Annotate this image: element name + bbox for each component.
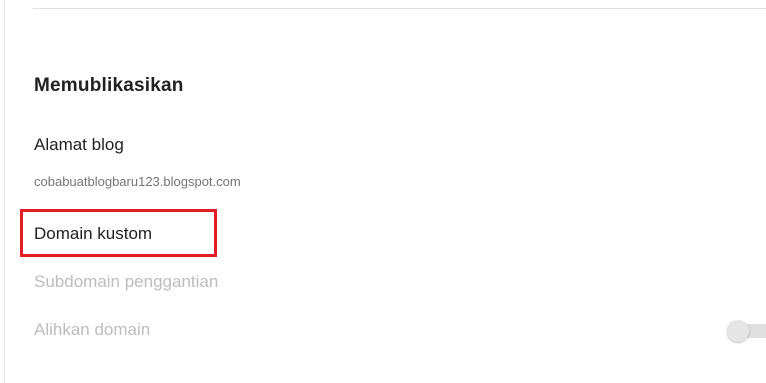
custom-domain-setting[interactable]: Domain kustom [34, 224, 152, 244]
blog-address-value: cobabuatblogbaru123.blogspot.com [34, 174, 241, 189]
redirect-domain-label: Alihkan domain [34, 320, 151, 339]
section-divider [33, 8, 766, 9]
fallback-subdomain-setting: Subdomain penggantian [34, 272, 219, 291]
panel-left-border [4, 0, 5, 383]
section-title: Memublikasikan [34, 75, 184, 96]
settings-panel: Memublikasikan Alamat blog cobabuatblogb… [0, 0, 766, 383]
blog-address-label[interactable]: Alamat blog [34, 135, 124, 155]
redirect-domain-toggle-thumb[interactable] [727, 320, 749, 342]
